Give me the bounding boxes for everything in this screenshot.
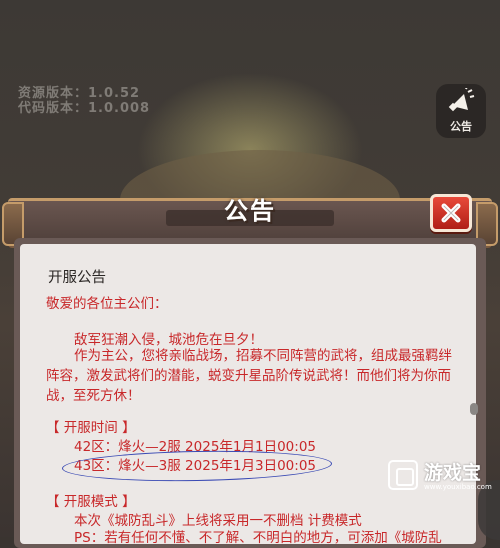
close-button[interactable] — [430, 194, 472, 232]
section-open-time: 【 开服时间 】 — [46, 420, 136, 436]
watermark-text: 游戏宝 — [424, 462, 482, 484]
watermark: 游戏宝 www.youxibao.com — [388, 458, 496, 494]
scrollbar-thumb[interactable] — [470, 403, 478, 415]
code-version-text: 代码版本：1.0.008 — [18, 101, 151, 116]
watermark-url: www.youxibao.com — [424, 483, 492, 491]
paragraph-2: 作为主公，您将亲临战场，招募不同阵营的武将，组成最强羁绊阵容，激发武将们的潜能，… — [46, 348, 452, 404]
notice-button-label: 公告 — [450, 120, 472, 133]
announcement-heading: 开服公告 — [48, 270, 106, 286]
greeting-text: 敬爱的各位主公们： — [46, 296, 168, 312]
watermark-logo-icon — [388, 460, 418, 490]
mode-note: PS：若有任何不懂、不了解、不明白的地方，可添加《城防乱 — [74, 530, 442, 546]
megaphone-icon — [448, 88, 475, 112]
section-open-mode: 【 开服模式 】 — [46, 494, 136, 510]
close-icon — [441, 203, 461, 223]
dialog-title: 公告 — [224, 197, 276, 225]
notice-button[interactable]: 公告 — [436, 84, 486, 138]
